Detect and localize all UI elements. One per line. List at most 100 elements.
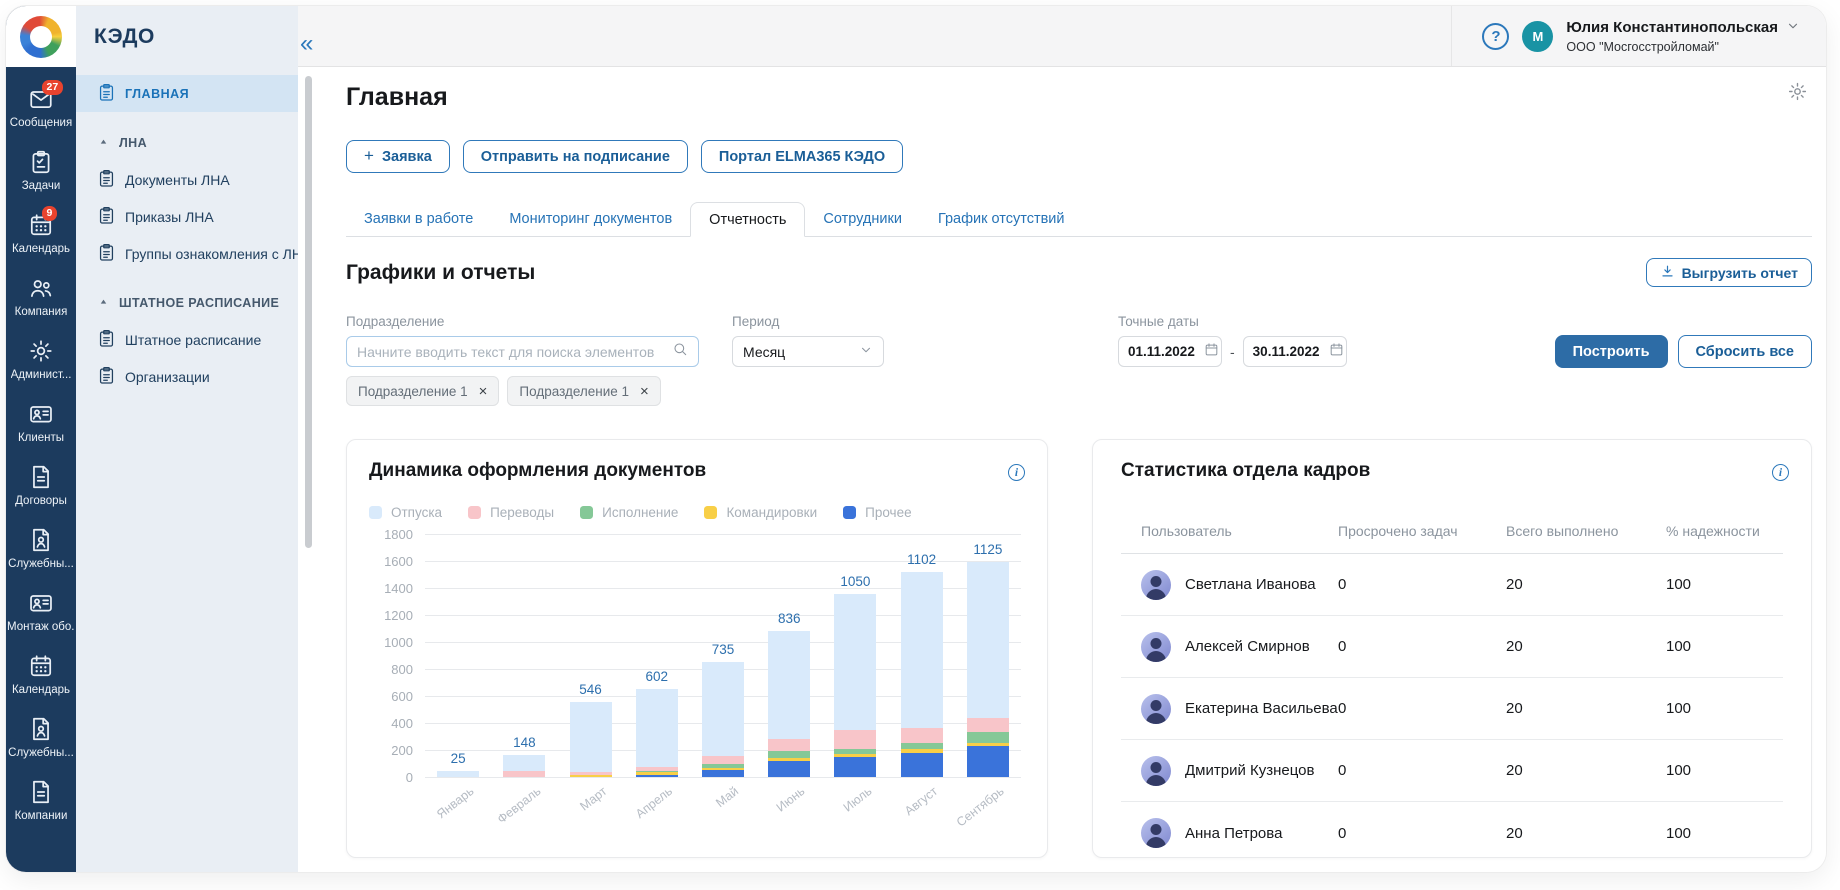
document-person-icon	[28, 716, 54, 742]
legend-item-Исполнение[interactable]: Исполнение	[580, 505, 678, 520]
table-row: Дмитрий Кузнецов 0 20 100	[1121, 740, 1783, 802]
legend-label: Командировки	[726, 505, 818, 520]
sidebar-item-staffing-section[interactable]: ШТАТНОЕ РАСПИСАНИЕ	[76, 284, 298, 321]
elma-logo[interactable]	[6, 6, 76, 67]
rail-item-clients[interactable]: Клиенты	[6, 391, 76, 454]
sidebar-item-lna-docs[interactable]: Документы ЛНА	[76, 161, 298, 198]
sidebar-item-label: ГЛАВНАЯ	[125, 86, 190, 101]
user-avatar[interactable]: M	[1522, 20, 1554, 52]
date-to-field[interactable]	[1252, 344, 1325, 359]
date-to-input[interactable]	[1242, 336, 1347, 367]
id-card-icon	[28, 401, 54, 427]
calendar-icon[interactable]	[1329, 342, 1344, 362]
legend-item-Прочее[interactable]: Прочее	[843, 505, 912, 520]
rail-item-label: Компании	[14, 810, 68, 822]
sidebar-item-home[interactable]: ГЛАВНАЯ	[76, 75, 298, 112]
sidebar-item-staffing[interactable]: Штатное расписание	[76, 321, 298, 358]
chip-close-icon[interactable]: ×	[479, 384, 488, 399]
department-search-field[interactable]	[357, 343, 664, 360]
avatar	[1141, 818, 1171, 848]
rail-item-contracts[interactable]: Договоры	[6, 454, 76, 517]
overdue-cell: 0	[1338, 576, 1347, 593]
rail-item-messages[interactable]: 27 Сообщения	[6, 76, 76, 139]
button-label: Портал ELMA365 КЭДО	[718, 148, 886, 165]
user-name: Юлия Константинопольская	[1566, 19, 1778, 36]
legend-item-Командировки[interactable]: Командировки	[704, 505, 817, 520]
rail-item-calendar[interactable]: 9 Календарь	[6, 202, 76, 265]
bar-value-label: 148	[513, 735, 536, 751]
y-axis-tick: 1600	[384, 554, 413, 569]
bar-segment-Переводы	[701, 756, 744, 764]
legend-item-Переводы[interactable]: Переводы	[468, 505, 554, 520]
sidebar-collapse-icon[interactable]: «	[300, 32, 313, 56]
user-name: Дмитрий Кузнецов	[1185, 762, 1315, 779]
export-report-button[interactable]: Выгрузить отчет	[1645, 258, 1812, 287]
new-request-button[interactable]: + Заявка	[346, 140, 450, 173]
calendar-icon[interactable]	[1204, 342, 1219, 362]
completed-cell: 20	[1506, 576, 1523, 593]
reset-all-button[interactable]: Сбросить все	[1677, 335, 1812, 368]
legend-item-Отпуска[interactable]: Отпуска	[369, 505, 442, 520]
chip-close-icon[interactable]: ×	[640, 384, 649, 399]
page-settings-gear-icon[interactable]	[1787, 81, 1808, 107]
sidebar-item-lna-groups[interactable]: Группы ознакомления с ЛНА	[76, 235, 311, 272]
help-icon[interactable]: ?	[1482, 22, 1510, 50]
bars-area: 25 148 546 602 735 836 1050 1102 1125	[425, 534, 1021, 777]
period-filter: Период Месяц	[732, 314, 884, 367]
table-info-icon[interactable]: i	[1772, 464, 1789, 481]
rail-item-memos-2[interactable]: Служебны...	[6, 706, 76, 769]
department-chip[interactable]: Подразделение 1 ×	[507, 376, 661, 406]
user-menu-chevron-icon[interactable]	[1786, 19, 1800, 37]
notification-badge: 9	[42, 206, 57, 221]
bar-Январь: 25	[425, 534, 491, 777]
bar-value-label: 546	[579, 682, 602, 698]
tab-employees[interactable]: Сотрудники	[805, 202, 920, 237]
rail-item-calendar-2[interactable]: Календарь	[6, 643, 76, 706]
y-axis-tick: 200	[391, 743, 413, 758]
sidebar-item-organizations[interactable]: Организации	[76, 358, 298, 395]
plus-icon: +	[364, 146, 374, 165]
sidebar-item-lna-section[interactable]: ЛНА	[76, 124, 298, 161]
legend-label: Исполнение	[602, 505, 679, 520]
user-meta[interactable]: Юлия Константинопольская ООО "Мосгосстро…	[1566, 19, 1800, 54]
notification-badge: 27	[42, 80, 63, 95]
x-axis-tick: Апрель	[633, 784, 676, 822]
avatar	[1141, 755, 1171, 786]
build-button[interactable]: Построить	[1554, 335, 1668, 368]
rail-item-label: Служебны...	[8, 747, 74, 759]
doc-list-icon	[97, 243, 116, 265]
report-filters: Подразделение Подразделение 1×Подразделе…	[346, 314, 1812, 406]
rail-item-companies[interactable]: Компании	[6, 769, 76, 832]
rail-item-tasks[interactable]: Задачи	[6, 139, 76, 202]
rail-item-company[interactable]: Компания	[6, 265, 76, 328]
rail-item-memos[interactable]: Служебны...	[6, 517, 76, 580]
y-axis-tick: 1200	[384, 608, 413, 623]
rail-item-equipment[interactable]: Монтаж обо..	[6, 580, 76, 643]
rail-item-administration[interactable]: Админист...	[6, 328, 76, 391]
send-for-signing-button[interactable]: Отправить на подписание	[462, 140, 688, 173]
date-from-field[interactable]	[1128, 344, 1200, 359]
bar-segment-Отпуска	[701, 661, 744, 757]
page-actions: + Заявка Отправить на подписание Портал ELM…	[346, 140, 1812, 173]
date-from-input[interactable]	[1118, 336, 1222, 367]
filter-buttons: Построить Сбросить все	[1554, 314, 1812, 368]
sidebar-scrollbar[interactable]	[305, 76, 312, 548]
bar-segment-Переводы	[768, 739, 811, 752]
chart-info-icon[interactable]: i	[1008, 464, 1025, 481]
tab-absence[interactable]: График отсутствий	[920, 202, 1083, 237]
department-search-input[interactable]	[346, 336, 699, 367]
tab-monitoring[interactable]: Мониторинг документов	[491, 202, 690, 237]
bar-segment-Отпуска	[834, 594, 877, 731]
tab-requests[interactable]: Заявки в работе	[346, 202, 491, 237]
documents-chart-card: Динамика оформления документов i Отпуска…	[346, 439, 1048, 858]
chart-title: Динамика оформления документов	[369, 460, 707, 481]
tab-reports[interactable]: Отчетность	[690, 202, 806, 237]
period-select[interactable]: Месяц	[732, 336, 884, 367]
department-filter: Подразделение Подразделение 1×Подразделе…	[346, 314, 699, 406]
completed-cell: 20	[1506, 824, 1523, 842]
rail-item-label: Сообщения	[9, 117, 73, 129]
bar-Сентябрь: 1125	[955, 534, 1021, 777]
department-chip[interactable]: Подразделение 1 ×	[346, 376, 500, 406]
sidebar-item-lna-orders[interactable]: Приказы ЛНА	[76, 198, 298, 235]
portal-button[interactable]: Портал ELMA365 КЭДО	[700, 140, 904, 173]
